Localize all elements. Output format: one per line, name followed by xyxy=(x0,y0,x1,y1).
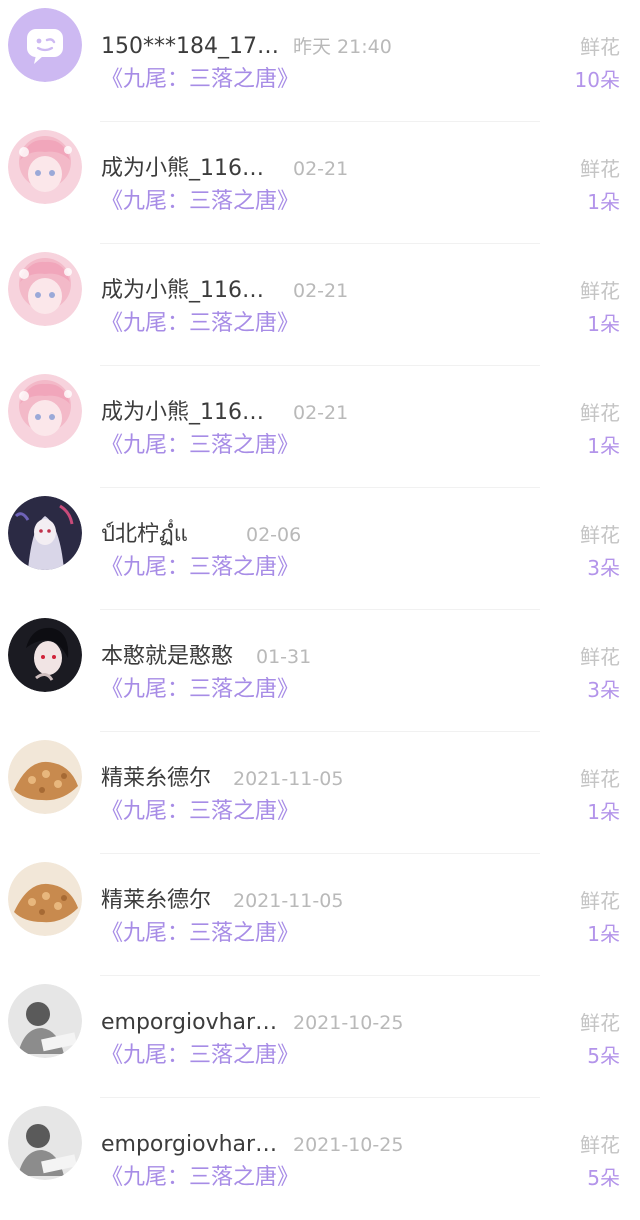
gift-record-row[interactable]: 精莱糸德尔 2021-11-05 《九尾：三落之唐》 鲜花 1朵 xyxy=(0,732,640,854)
dark-boy-avatar-icon xyxy=(8,618,82,692)
gift-count: 1朵 xyxy=(587,434,620,458)
book-title[interactable]: 《九尾：三落之唐》 xyxy=(101,61,299,99)
book-title[interactable]: 《九尾：三落之唐》 xyxy=(101,427,299,465)
bread-avatar-icon xyxy=(8,740,82,814)
avatar[interactable] xyxy=(8,496,82,570)
avatar[interactable] xyxy=(8,740,82,814)
gift-time: 2021-10-25 xyxy=(293,1134,404,1156)
gift-time: 02-21 xyxy=(293,158,349,180)
gift-time: 02-21 xyxy=(293,402,349,424)
book-title[interactable]: 《九尾：三落之唐》 xyxy=(101,1159,299,1197)
book-title[interactable]: 《九尾：三落之唐》 xyxy=(101,183,299,221)
gift-count: 1朵 xyxy=(587,800,620,824)
pink-anime-avatar-icon xyxy=(8,130,82,204)
grey-photo-avatar-icon xyxy=(8,1106,82,1180)
gift-time: 昨天 21:40 xyxy=(293,36,392,58)
gift-count: 5朵 xyxy=(587,1044,620,1068)
avatar[interactable] xyxy=(8,130,82,204)
gift-record-row[interactable]: emporgiovhar… 2021-10-25 《九尾：三落之唐》 鲜花 5朵 xyxy=(0,1098,640,1220)
avatar[interactable] xyxy=(8,374,82,448)
gift-record-row[interactable]: 精莱糸德尔 2021-11-05 《九尾：三落之唐》 鲜花 1朵 xyxy=(0,854,640,976)
gift-record-row[interactable]: 成为小熊_116… 02-21 《九尾：三落之唐》 鲜花 1朵 xyxy=(0,122,640,244)
dark-anime-avatar-icon xyxy=(8,496,82,570)
gift-record-row[interactable]: ป์北柠ฏํํแ 02-06 《九尾：三落之唐》 鲜花 3朵 xyxy=(0,488,640,610)
book-title[interactable]: 《九尾：三落之唐》 xyxy=(101,793,299,831)
gift-count: 10朵 xyxy=(574,68,620,92)
gift-time: 2021-10-25 xyxy=(293,1012,404,1034)
default-chat-avatar-icon xyxy=(8,8,82,82)
gift-count: 1朵 xyxy=(587,922,620,946)
gift-count: 3朵 xyxy=(587,678,620,702)
gift-record-row[interactable]: 150***184_17… 昨天 21:40 《九尾：三落之唐》 鲜花 10朵 xyxy=(0,0,640,122)
gift-count: 1朵 xyxy=(587,312,620,336)
grey-photo-avatar-icon xyxy=(8,984,82,1058)
pink-anime-avatar-icon xyxy=(8,374,82,448)
pink-anime-avatar-icon xyxy=(8,252,82,326)
gift-record-list: 150***184_17… 昨天 21:40 《九尾：三落之唐》 鲜花 10朵 … xyxy=(0,0,640,1220)
bread-avatar-icon xyxy=(8,862,82,936)
avatar[interactable] xyxy=(8,862,82,936)
gift-count: 3朵 xyxy=(587,556,620,580)
book-title[interactable]: 《九尾：三落之唐》 xyxy=(101,549,299,587)
gift-record-row[interactable]: 本憨就是憨憨 01-31 《九尾：三落之唐》 鲜花 3朵 xyxy=(0,610,640,732)
book-title[interactable]: 《九尾：三落之唐》 xyxy=(101,671,299,709)
avatar[interactable] xyxy=(8,1106,82,1180)
avatar[interactable] xyxy=(8,8,82,82)
avatar[interactable] xyxy=(8,984,82,1058)
book-title[interactable]: 《九尾：三落之唐》 xyxy=(101,915,299,953)
gift-time: 02-21 xyxy=(293,280,349,302)
gift-record-row[interactable]: 成为小熊_116… 02-21 《九尾：三落之唐》 鲜花 1朵 xyxy=(0,244,640,366)
avatar[interactable] xyxy=(8,618,82,692)
gift-count: 1朵 xyxy=(587,190,620,214)
avatar[interactable] xyxy=(8,252,82,326)
gift-record-row[interactable]: 成为小熊_116… 02-21 《九尾：三落之唐》 鲜花 1朵 xyxy=(0,366,640,488)
gift-record-row[interactable]: emporgiovhar… 2021-10-25 《九尾：三落之唐》 鲜花 5朵 xyxy=(0,976,640,1098)
book-title[interactable]: 《九尾：三落之唐》 xyxy=(101,1037,299,1075)
gift-count: 5朵 xyxy=(587,1166,620,1190)
book-title[interactable]: 《九尾：三落之唐》 xyxy=(101,305,299,343)
